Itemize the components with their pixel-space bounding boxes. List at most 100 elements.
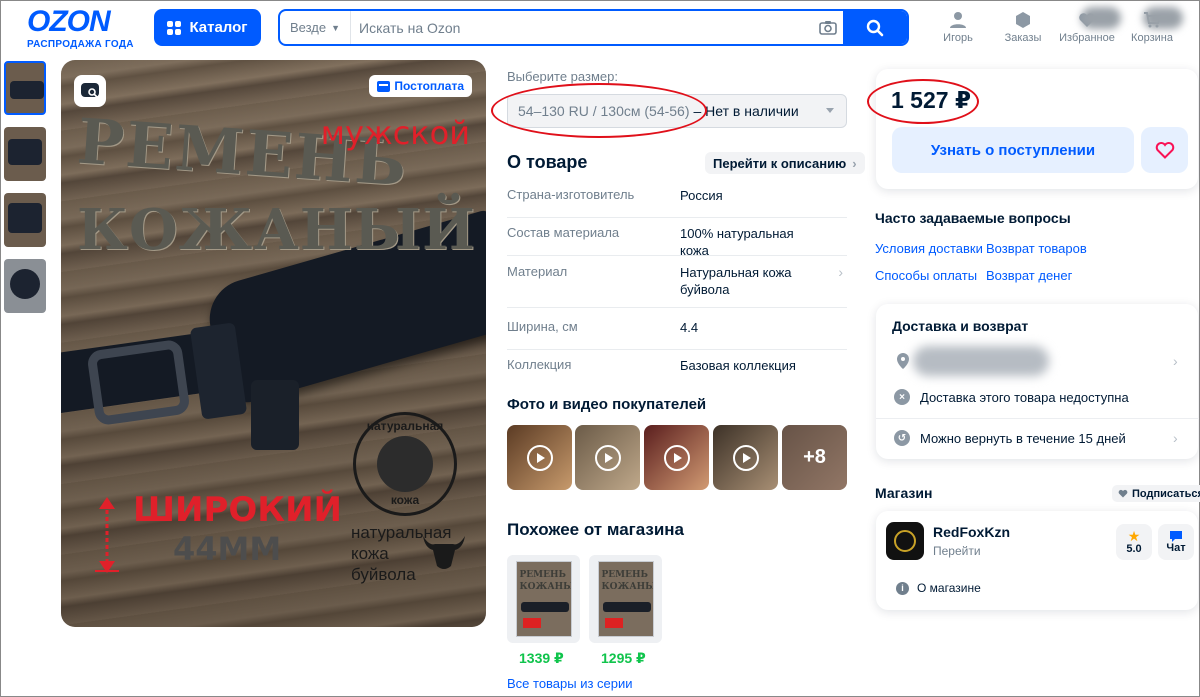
camera-icon[interactable] [813, 20, 843, 35]
search-scope-select[interactable]: Везде ▼ [280, 11, 352, 44]
chevron-right-icon: › [838, 264, 843, 280]
search-button[interactable] [843, 11, 907, 44]
shop-logo[interactable] [886, 522, 924, 560]
blurred-address[interactable] [913, 346, 1049, 376]
faq-link-payment[interactable]: Способы оплаты [875, 268, 977, 283]
about-shop-link[interactable]: i О магазине [896, 581, 981, 595]
catalog-label: Каталог [189, 19, 248, 36]
zoom-search-icon[interactable] [74, 75, 106, 107]
blurred-badge [1081, 7, 1121, 29]
seal-top-text: натуральная [366, 419, 444, 433]
chevron-right-icon: › [852, 155, 857, 171]
gallery-thumbnail[interactable] [4, 193, 46, 247]
spec-value: Базовая коллекция [680, 358, 796, 373]
size-label: Выберите размер: [507, 69, 618, 84]
nav-orders[interactable]: Заказы [993, 11, 1053, 44]
heart-icon [1118, 489, 1128, 498]
spec-value: Натуральная кожа буйвола [680, 265, 792, 297]
nav-profile[interactable]: Игорь [928, 11, 988, 44]
gallery-thumbnail[interactable] [4, 259, 46, 313]
spec-key: Материал [507, 264, 568, 279]
to-description-label: Перейти к описанию [713, 155, 847, 171]
about-title: О товаре [507, 152, 588, 172]
divider [876, 418, 1198, 419]
spec-key: Состав материала [507, 225, 620, 240]
chat-icon [1170, 531, 1182, 542]
shop-name[interactable]: RedFoxKzn [933, 524, 1010, 540]
nav-cart-label: Корзина [1131, 32, 1173, 44]
card-icon [377, 80, 391, 92]
info-icon: i [896, 581, 909, 595]
logo-subtitle: РАСПРОДАЖА ГОДА [27, 39, 134, 50]
similar-card-line1: РЕМЕНЬ [519, 570, 566, 580]
spec-row[interactable]: Материал Натуральная кожа буйвола › [507, 264, 847, 308]
width-arrow-icon [95, 497, 119, 573]
location-pin-icon [897, 353, 909, 369]
similar-title: Похожее от магазина [507, 520, 685, 539]
nav-profile-label: Игорь [943, 32, 973, 44]
logo-word: OZON [27, 5, 111, 38]
delivery-title: Доставка и возврат [892, 318, 1029, 334]
customer-video[interactable] [575, 425, 640, 490]
search-icon [866, 19, 884, 36]
box-icon [1016, 12, 1030, 28]
catalog-button[interactable]: Каталог [154, 9, 261, 46]
similar-product[interactable]: РЕМЕНЬ КОЖАНЫЙ [507, 555, 580, 643]
spec-row: Состав материала 100% натуральная кожа [507, 225, 847, 258]
close-icon: × [894, 389, 910, 405]
image-title-line2: КОЖАНЫЙ [77, 197, 476, 263]
notify-button[interactable]: Узнать о поступлении [892, 127, 1134, 173]
similar-price: 1295 ₽ [601, 650, 646, 666]
size-value: 54–130 RU / 130см (54-56) [518, 103, 690, 119]
heart-icon [1155, 142, 1174, 159]
customer-video[interactable] [644, 425, 709, 490]
spec-value: 100% натуральная кожа [680, 226, 794, 258]
play-icon [664, 445, 690, 471]
more-photos[interactable]: +8 [782, 425, 847, 490]
faq-link-delivery[interactable]: Условия доставки [875, 241, 983, 256]
play-icon [733, 445, 759, 471]
main-product-image[interactable]: РЕМЕНЬ КОЖАНЫЙ мужской натуральная кожа … [61, 60, 486, 627]
shop-rating[interactable]: ★ 5.0 [1116, 524, 1152, 560]
customer-video[interactable] [507, 425, 572, 490]
favorite-button[interactable] [1141, 127, 1188, 173]
gallery-thumbnail[interactable] [4, 127, 46, 181]
return-policy[interactable]: ↺ Можно вернуть в течение 15 дней [894, 430, 1126, 446]
chevron-right-icon: › [1173, 353, 1178, 369]
subscribe-button[interactable]: Подписаться [1112, 485, 1200, 502]
shop-chat[interactable]: Чат [1158, 524, 1194, 560]
blurred-badge [1143, 7, 1183, 29]
spec-row: Ширина, см 4.4 [507, 319, 847, 350]
similar-product[interactable]: РЕМЕНЬ КОЖАНЫЙ [589, 555, 662, 643]
shop-go-link[interactable]: Перейти [933, 544, 981, 558]
faq-link-returns[interactable]: Возврат товаров [986, 241, 1087, 256]
customer-photos-title: Фото и видео покупателей [507, 396, 707, 413]
postpay-badge: Постоплата [369, 75, 472, 97]
similar-card-line2: КОЖАНЫЙ [519, 582, 571, 592]
gallery-thumbnail[interactable] [4, 61, 46, 115]
spec-row: Коллекция Базовая коллекция [507, 357, 847, 385]
return-policy-text: Можно вернуть в течение 15 дней [920, 430, 1126, 446]
spec-value: Россия [680, 188, 723, 203]
search-scope-label: Везде [290, 20, 327, 35]
shop-rating-value: 5.0 [1126, 543, 1142, 555]
to-description-link[interactable]: Перейти к описанию › [705, 152, 865, 174]
similar-price: 1339 ₽ [519, 650, 564, 666]
spec-row: Страна-изготовитель Россия [507, 187, 847, 218]
search-input[interactable] [351, 19, 813, 36]
customer-video[interactable] [713, 425, 778, 490]
star-icon: ★ [1127, 528, 1141, 544]
similar-card-line1: РЕМЕНЬ [601, 570, 648, 580]
faq-title: Часто задаваемые вопросы [875, 210, 1071, 226]
shop-chat-label: Чат [1166, 542, 1186, 554]
delivery-unavailable: × Доставка этого товара недоступна [894, 389, 1129, 405]
image-mm-label: 44ММ [173, 530, 282, 568]
faq-link-refund[interactable]: Возврат денег [986, 268, 1072, 283]
ozon-logo[interactable]: OZON РАСПРОДАЖА ГОДА [27, 5, 137, 51]
play-icon [595, 445, 621, 471]
nav-orders-label: Заказы [1004, 32, 1042, 44]
size-select[interactable]: 54–130 RU / 130см (54-56) – Нет в наличи… [507, 94, 847, 128]
all-series-link[interactable]: Все товары из серии [507, 676, 633, 691]
leather-seal: натуральная кожа [353, 412, 457, 516]
about-shop-label: О магазине [917, 581, 981, 595]
